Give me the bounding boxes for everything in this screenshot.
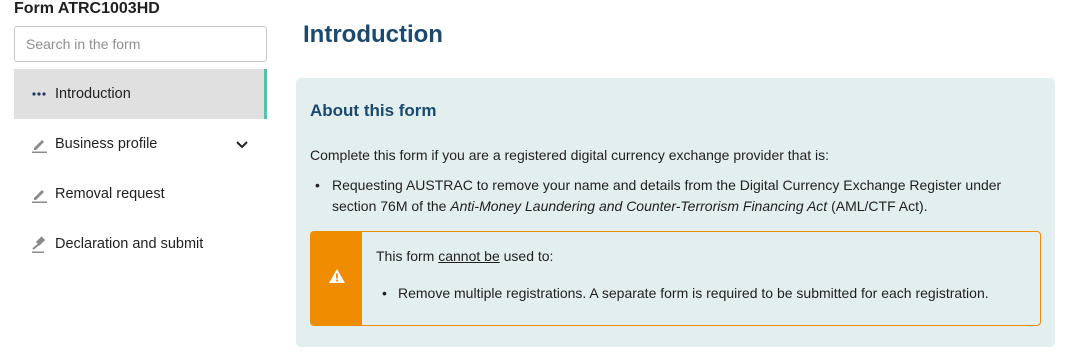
warning-text: This form cannot be used to: — [376, 248, 553, 264]
pencil-icon — [30, 135, 48, 153]
sidebar-item-removal-request[interactable]: Removal request — [14, 169, 267, 219]
ellipsis-icon — [30, 85, 48, 103]
search-input[interactable] — [14, 26, 267, 62]
list-item: Requesting AUSTRAC to remove your name a… — [310, 175, 1040, 217]
warning-list: Remove multiple registrations. A separat… — [376, 283, 989, 304]
warning-underlined: cannot be — [438, 248, 500, 264]
about-panel: About this form Complete this form if yo… — [296, 78, 1055, 347]
chevron-down-icon[interactable] — [235, 137, 249, 151]
warning-prefix: This form — [376, 248, 439, 264]
sidebar-item-business-profile[interactable]: Business profile — [14, 119, 267, 169]
bullet-text-end: (AML/CTF Act). — [827, 198, 928, 214]
sidebar-item-label: Declaration and submit — [55, 236, 204, 252]
list-item: Remove multiple registrations. A separat… — [376, 283, 989, 304]
bullet-list: Requesting AUSTRAC to remove your name a… — [310, 175, 1040, 217]
gavel-icon — [30, 235, 48, 253]
sidebar-item-introduction[interactable]: Introduction — [14, 69, 267, 119]
sidebar: Form ATRC1003HD Introduction Business pr… — [0, 0, 268, 352]
warning-icon — [328, 268, 346, 289]
act-name: Anti-Money Laundering and Counter-Terror… — [450, 198, 828, 214]
sidebar-item-declaration-and-submit[interactable]: Declaration and submit — [14, 219, 267, 269]
warning-suffix: used to: — [499, 248, 554, 264]
pencil-icon — [30, 185, 48, 203]
warning-callout: This form cannot be used to: Remove mult… — [310, 231, 1041, 326]
form-title: Form ATRC1003HD — [14, 0, 160, 17]
warning-bar — [311, 232, 362, 325]
sidebar-item-label: Removal request — [55, 186, 165, 202]
sidebar-item-label: Business profile — [55, 136, 158, 152]
panel-heading: About this form — [310, 101, 437, 120]
sidebar-item-label: Introduction — [55, 86, 131, 102]
page-title: Introduction — [303, 21, 443, 48]
panel-intro: Complete this form if you are a register… — [310, 147, 830, 163]
